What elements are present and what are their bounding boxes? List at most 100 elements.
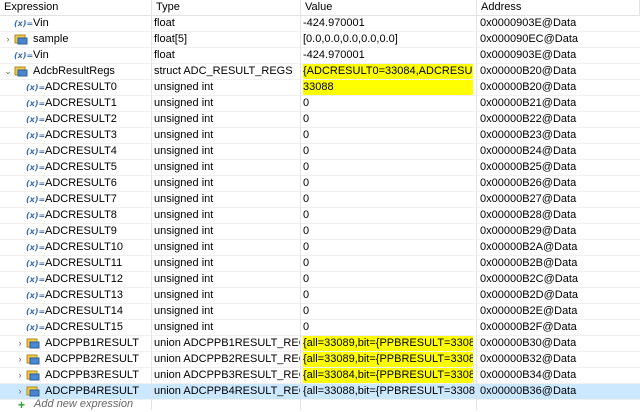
table-row[interactable]: (x)= ADCRESULT14 unsigned int 0 0x00000B2E@D… [0,304,640,320]
column-header-address[interactable]: Address [477,0,640,15]
value-cell[interactable]: 0 [303,176,475,192]
expression-cell[interactable]: (x)= ADCRESULT6 [0,176,150,192]
table-row[interactable]: (x)= ADCRESULT11 unsigned int 0 0x00000B2B@D… [0,256,640,272]
table-row[interactable]: ⌄ AdcbResultRegs struct ADC_RESULT_REGS {AD… [0,64,640,80]
table-row[interactable]: › ADCPPB1RESULT union ADCPPB1RESULT_REG {al… [0,336,640,352]
expression-name: ADCPPB3RESULT [45,369,139,381]
table-row[interactable]: (x)= ADCRESULT15 unsigned int 0 0x00000B2F@D… [0,320,640,336]
table-row[interactable]: › sample float[5] [0.0,0.0,0.0,0.0,0.0] 0x00… [0,32,640,48]
type-cell: float [154,49,175,61]
value-cell[interactable]: {all=33089,bit={PPBRESULT=3308... [303,336,475,352]
add-expression-row[interactable]: + Add new expression [0,398,640,412]
expression-cell[interactable]: (x)= ADCRESULT4 [0,144,150,160]
variable-icon: (x)= [14,19,34,28]
expression-cell[interactable]: (x)= ADCRESULT13 [0,288,150,304]
value-cell[interactable]: 0 [303,240,475,256]
changed-value: {all=33089,bit={PPBRESULT=3308... [303,336,473,351]
value-cell[interactable]: {all=33089,bit={PPBRESULT=3308... [303,352,475,368]
table-row[interactable]: (x)= ADCRESULT8 unsigned int 0 0x00000B28@Da… [0,208,640,224]
variable-icon: (x)= [26,291,46,300]
expression-cell[interactable]: (x)= ADCRESULT3 [0,128,150,144]
table-row[interactable]: (x)= ADCRESULT6 unsigned int 0 0x00000B26@Da… [0,176,640,192]
value-cell[interactable]: 0 [303,96,475,112]
variable-icon: (x)= [26,243,46,252]
collapse-chevron-icon[interactable]: ⌄ [4,67,12,76]
value-text: 0 [303,225,310,237]
table-row[interactable]: (x)= ADCRESULT13 unsigned int 0 0x00000B2D@D… [0,288,640,304]
value-cell[interactable]: {ADCRESULT0=33084,ADCRESULT... [303,64,475,80]
value-cell[interactable]: 0 [303,288,475,304]
variable-icon: (x)= [26,275,46,284]
struct-icon [26,338,40,349]
table-row[interactable]: (x)= ADCRESULT1 unsigned int 0 0x00000B21@Da… [0,96,640,112]
column-header-value[interactable]: Value [301,0,477,15]
column-divider [151,0,152,410]
expression-cell[interactable]: (x)= ADCRESULT11 [0,256,150,272]
expression-cell[interactable]: › ADCPPB1RESULT [0,336,150,352]
table-row[interactable]: (x)= ADCRESULT4 unsigned int 0 0x00000B24@Da… [0,144,640,160]
value-cell[interactable]: {all=33088,bit={PPBRESULT=3308... [303,384,475,400]
expand-chevron-icon[interactable]: › [16,387,24,396]
expression-cell[interactable]: ⌄ AdcbResultRegs [0,64,150,80]
table-row[interactable]: (x)= ADCRESULT2 unsigned int 0 0x00000B22@Da… [0,112,640,128]
expression-cell[interactable]: (x)= ADCRESULT9 [0,224,150,240]
value-cell[interactable]: 0 [303,112,475,128]
table-row[interactable]: (x)= ADCRESULT7 unsigned int 0 0x00000B27@Da… [0,192,640,208]
value-text: -424.970001 [303,17,365,29]
table-row[interactable]: › ADCPPB2RESULT union ADCPPB2RESULT_REG {al… [0,352,640,368]
expression-cell[interactable]: (x)= Vin [0,16,150,32]
expression-cell[interactable]: › sample [0,32,150,48]
table-row[interactable]: (x)= ADCRESULT3 unsigned int 0 0x00000B23@Da… [0,128,640,144]
table-row[interactable]: (x)= ADCRESULT5 unsigned int 0 0x00000B25@Da… [0,160,640,176]
expand-chevron-icon[interactable]: › [4,35,12,44]
column-header-type[interactable]: Type [152,0,301,15]
changed-value: {ADCRESULT0=33084,ADCRESULT... [303,64,473,79]
table-row[interactable]: › ADCPPB3RESULT union ADCPPB3RESULT_REG {al… [0,368,640,384]
table-row[interactable]: (x)= ADCRESULT0 unsigned int 33088 0x00000B2… [0,80,640,96]
table-row[interactable]: (x)= Vin float -424.970001 0x0000903E@Data [0,16,640,32]
expression-cell[interactable]: (x)= ADCRESULT1 [0,96,150,112]
value-cell[interactable]: 0 [303,272,475,288]
expression-cell[interactable]: (x)= ADCRESULT14 [0,304,150,320]
expression-cell[interactable]: (x)= ADCRESULT10 [0,240,150,256]
address-cell: 0x00000B23@Data [480,129,577,141]
value-cell[interactable]: -424.970001 [303,48,475,64]
expression-cell[interactable]: (x)= ADCRESULT2 [0,112,150,128]
expression-cell[interactable]: › ADCPPB3RESULT [0,368,150,384]
table-row[interactable]: (x)= ADCRESULT9 unsigned int 0 0x00000B29@Da… [0,224,640,240]
expression-name: ADCRESULT12 [45,273,124,285]
expand-chevron-icon[interactable]: › [16,371,24,380]
value-cell[interactable]: 0 [303,208,475,224]
address-cell: 0x00000B32@Data [480,353,577,365]
value-cell[interactable]: {all=33084,bit={PPBRESULT=3308... [303,368,475,384]
expand-chevron-icon[interactable]: › [16,339,24,348]
value-cell[interactable]: 0 [303,144,475,160]
changed-value: {all=33084,bit={PPBRESULT=3308... [303,368,473,383]
value-cell[interactable]: -424.970001 [303,16,475,32]
table-row[interactable]: (x)= ADCRESULT10 unsigned int 0 0x00000B2A@D… [0,240,640,256]
value-cell[interactable]: 0 [303,128,475,144]
expression-cell[interactable]: (x)= ADCRESULT7 [0,192,150,208]
table-row[interactable]: (x)= ADCRESULT12 unsigned int 0 0x00000B2C@D… [0,272,640,288]
value-cell[interactable]: 0 [303,160,475,176]
type-cell: unsigned int [154,81,214,93]
expression-cell[interactable]: (x)= ADCRESULT5 [0,160,150,176]
expression-cell[interactable]: (x)= ADCRESULT12 [0,272,150,288]
column-header-expression[interactable]: Expression [0,0,152,15]
expression-cell[interactable]: (x)= ADCRESULT0 [0,80,150,96]
table-row[interactable]: (x)= Vin float -424.970001 0x0000903E@Data [0,48,640,64]
value-cell[interactable]: [0.0,0.0,0.0,0.0,0.0] [303,32,475,48]
value-cell[interactable]: 33088 [303,80,475,96]
value-cell[interactable]: 0 [303,320,475,336]
expression-cell[interactable]: (x)= ADCRESULT15 [0,320,150,336]
type-cell: float [154,17,175,29]
expression-cell[interactable]: (x)= ADCRESULT8 [0,208,150,224]
value-cell[interactable]: 0 [303,224,475,240]
value-cell[interactable]: 0 [303,192,475,208]
value-text: 0 [303,273,310,285]
expression-cell[interactable]: (x)= Vin [0,48,150,64]
value-cell[interactable]: 0 [303,256,475,272]
value-cell[interactable]: 0 [303,304,475,320]
expression-cell[interactable]: › ADCPPB2RESULT [0,352,150,368]
expand-chevron-icon[interactable]: › [16,355,24,364]
